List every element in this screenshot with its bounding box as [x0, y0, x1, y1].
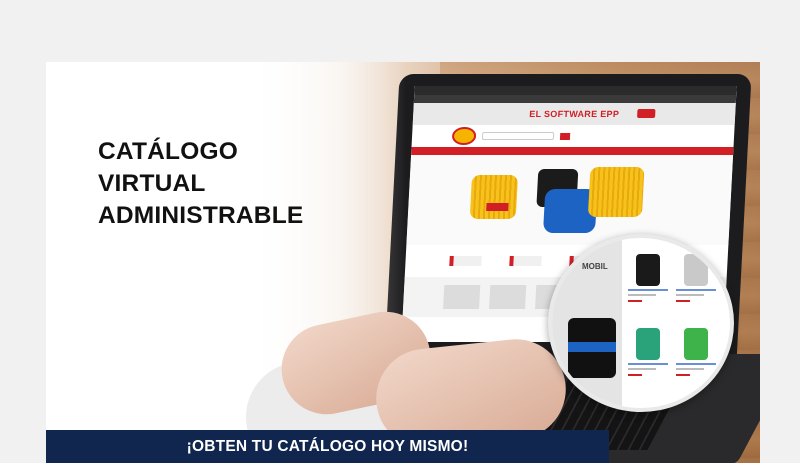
product-card — [676, 254, 716, 302]
product-name — [676, 363, 716, 365]
product-name — [628, 363, 668, 365]
feature-item — [509, 256, 542, 266]
zoomed-catalog-circle: MOBIL — [548, 234, 734, 412]
site-search-box — [481, 132, 555, 140]
product-name — [628, 289, 668, 291]
product-desc — [628, 368, 656, 370]
site-header — [412, 125, 735, 147]
product-image — [684, 254, 708, 286]
product-price — [628, 374, 642, 376]
product-name — [676, 289, 716, 291]
air-filter-image — [469, 175, 519, 219]
product-desc — [628, 294, 656, 296]
product-image — [636, 254, 660, 286]
product-desc — [676, 368, 704, 370]
promo-strip-button — [637, 109, 656, 118]
product-price — [676, 374, 690, 376]
hero-button — [486, 203, 509, 211]
zoom-brand-label: MOBIL — [582, 262, 608, 271]
oil-jug-label — [568, 342, 616, 352]
headline-line-3: ADMINISTRABLE — [98, 202, 304, 229]
product-card — [676, 328, 716, 376]
product-thumb — [443, 285, 481, 309]
site-promo-strip: EL SOFTWARE EPP — [412, 103, 736, 125]
headline-line-1: CATÁLOGO — [98, 138, 238, 165]
product-thumb — [489, 285, 527, 309]
site-nav-bar — [411, 147, 734, 155]
promo-strip-text: EL SOFTWARE EPP — [529, 109, 620, 119]
product-card — [628, 254, 668, 302]
cta-button[interactable]: ¡OBTEN TU CATÁLOGO HOY MISMO! — [46, 430, 609, 463]
air-filter-image — [587, 167, 645, 217]
cta-label: ¡OBTEN TU CATÁLOGO HOY MISMO! — [186, 437, 469, 455]
browser-url-bar — [413, 95, 737, 103]
product-image — [684, 328, 708, 360]
headline-line-2: VIRTUAL — [98, 170, 206, 197]
product-desc — [676, 294, 704, 296]
product-price — [676, 300, 690, 302]
product-image — [636, 328, 660, 360]
browser-tab-bar — [414, 86, 737, 95]
site-hero-banner — [406, 155, 734, 245]
feature-item — [449, 256, 482, 266]
site-search-button — [559, 132, 571, 140]
product-price — [628, 300, 642, 302]
promo-banner: EL SOFTWARE EPP CATÁLOGO VIRTUAL ADMINIS… — [46, 62, 760, 463]
store-logo-icon — [451, 127, 477, 145]
product-card — [628, 328, 668, 376]
zoom-product-grid — [626, 248, 726, 398]
headline: CATÁLOGO VIRTUAL ADMINISTRABLE — [98, 136, 303, 232]
